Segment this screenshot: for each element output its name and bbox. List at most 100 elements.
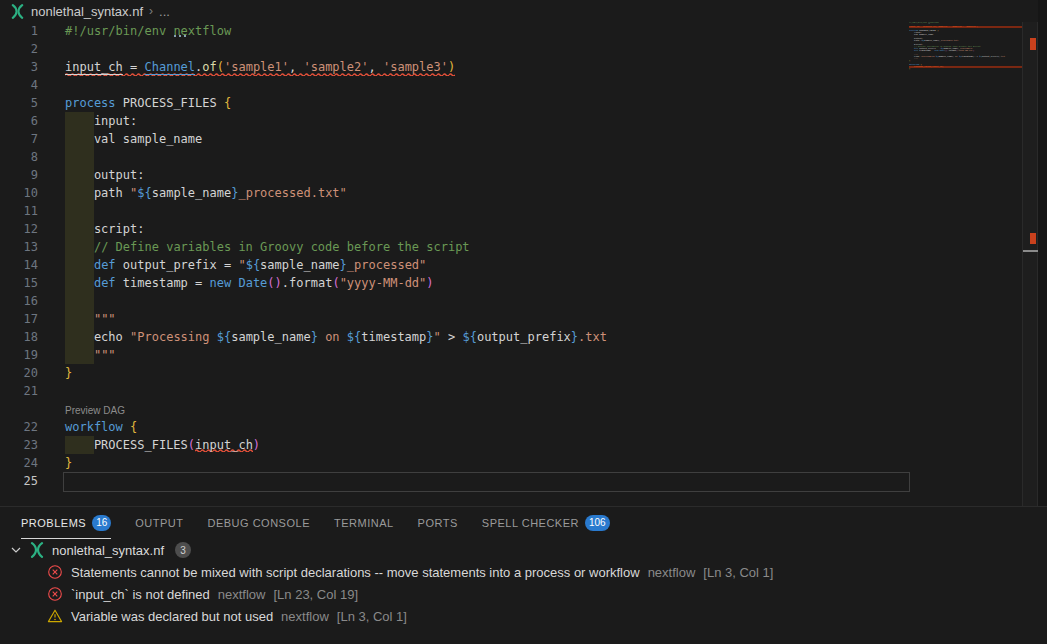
nextflow-file-icon xyxy=(29,542,45,558)
chevron-down-icon[interactable] xyxy=(8,542,24,558)
breadcrumb-file[interactable]: nonlethal_syntax.nf xyxy=(31,4,143,19)
line-content[interactable]: #!/usr/bin/env nextflow xyxy=(65,22,231,40)
line-content[interactable]: PROCESS_FILES(input_ch) xyxy=(65,436,260,454)
line-content[interactable]: """ xyxy=(65,346,116,364)
line-content[interactable]: script: xyxy=(65,220,144,238)
code-line[interactable]: 23 PROCESS_FILES(input_ch) xyxy=(0,436,910,454)
line-number[interactable]: 22 xyxy=(0,418,38,436)
line-number[interactable]: 10 xyxy=(0,184,38,202)
minimap[interactable]: #!/usr/bin/env nextflowinput_ch = Channe… xyxy=(909,22,1022,142)
code-editor[interactable]: 1 #!/usr/bin/env nextflow 23 input_ch = Cha… xyxy=(0,22,910,490)
line-content[interactable]: path "${sample_name}_processed.txt" xyxy=(65,184,347,202)
line-number[interactable]: 11 xyxy=(0,202,38,220)
problem-location: [Ln 3, Col 1] xyxy=(703,565,773,580)
line-content[interactable]: // Define variables in Groovy code befor… xyxy=(65,238,470,256)
panel-tab-spell-checker[interactable]: SPELL CHECKER106 xyxy=(482,507,610,539)
line-number[interactable]: 18 xyxy=(0,328,38,346)
code-line[interactable]: 11 xyxy=(0,202,910,220)
overview-ruler[interactable] xyxy=(1022,22,1038,506)
line-number[interactable]: 19 xyxy=(0,346,38,364)
line-content[interactable]: process PROCESS_FILES { xyxy=(65,94,231,112)
bottom-panel: PROBLEMS16 OUTPUT DEBUG CONSOLE TERMINAL POR… xyxy=(0,506,1047,644)
panel-tab-output[interactable]: OUTPUT xyxy=(135,507,183,539)
code-line[interactable]: 2 xyxy=(0,40,910,58)
code-line[interactable]: 17 """ xyxy=(0,310,910,328)
line-number[interactable]: 17 xyxy=(0,310,38,328)
problem-message: `input_ch` is not defined xyxy=(71,587,210,602)
panel-tab-debug-console[interactable]: DEBUG CONSOLE xyxy=(208,507,310,539)
line-number[interactable]: 21 xyxy=(0,382,38,400)
line-number[interactable]: 4 xyxy=(0,76,38,94)
line-content[interactable]: workflow { xyxy=(65,418,137,436)
line-number[interactable]: 5 xyxy=(0,94,38,112)
problem-source: nextflow xyxy=(648,565,696,580)
line-content[interactable]: input: xyxy=(65,112,137,130)
line-number[interactable]: 2 xyxy=(0,40,38,58)
tab-badge: 106 xyxy=(585,515,610,531)
error-marker[interactable] xyxy=(1030,233,1036,244)
code-line[interactable]: 7 val sample_name xyxy=(0,130,910,148)
line-number[interactable]: 13 xyxy=(0,238,38,256)
line-number[interactable]: 23 xyxy=(0,436,38,454)
line-number[interactable]: 14 xyxy=(0,256,38,274)
line-number[interactable]: 24 xyxy=(0,454,38,472)
line-content[interactable]: } xyxy=(65,364,72,382)
line-content[interactable]: """ xyxy=(65,310,116,328)
panel-tab-problems[interactable]: PROBLEMS16 xyxy=(21,507,111,539)
code-line[interactable]: 9 output: xyxy=(0,166,910,184)
code-line[interactable]: 19 """ xyxy=(0,346,910,364)
code-line[interactable]: 18 echo "Processing ${sample_name} on ${… xyxy=(0,328,910,346)
code-line[interactable]: 1 #!/usr/bin/env nextflow xyxy=(0,22,910,40)
line-number[interactable]: 25 xyxy=(0,472,38,490)
problems-file-row[interactable]: nonlethal_syntax.nf 3 xyxy=(0,539,1047,561)
panel-tabs: PROBLEMS16 OUTPUT DEBUG CONSOLE TERMINAL POR… xyxy=(0,507,1047,539)
line-content[interactable]: echo "Processing ${sample_name} on ${tim… xyxy=(65,328,607,346)
editor-area: nonlethal_syntax.nf › ... 1#!/usr/bin/en… xyxy=(0,0,1038,506)
line-content[interactable]: def output_prefix = "${sample_name}_proc… xyxy=(65,256,426,274)
line-content[interactable]: val sample_name xyxy=(65,130,202,148)
code-line[interactable]: 21 xyxy=(0,382,910,400)
problem-row[interactable]: Statements cannot be mixed with script d… xyxy=(0,561,1047,583)
code-line[interactable]: 8 xyxy=(0,148,910,166)
code-line[interactable]: 4 xyxy=(0,76,910,94)
tab-label: DEBUG CONSOLE xyxy=(208,517,310,529)
code-line[interactable]: 14 def output_prefix = "${sample_name}_p… xyxy=(0,256,910,274)
breadcrumb-more[interactable]: ... xyxy=(159,4,170,19)
codelens-preview-dag[interactable]: Preview DAG xyxy=(0,400,910,418)
code-line[interactable]: 5 process PROCESS_FILES { xyxy=(0,94,910,112)
line-number[interactable]: 16 xyxy=(0,292,38,310)
line-content[interactable]: input_ch = Channel.of('sample1', 'sample… xyxy=(65,58,455,76)
line-number[interactable]: 7 xyxy=(0,130,38,148)
problem-source: nextflow xyxy=(281,609,329,624)
code-line[interactable]: 20} xyxy=(0,364,910,382)
problem-row[interactable]: `input_ch` is not definednextflow[Ln 23,… xyxy=(0,583,1047,605)
cursor-marker xyxy=(1023,250,1039,252)
line-number[interactable]: 8 xyxy=(0,148,38,166)
code-line[interactable]: 16 xyxy=(0,292,910,310)
panel-tab-ports[interactable]: PORTS xyxy=(418,507,458,539)
line-content[interactable]: } xyxy=(65,454,72,472)
code-line[interactable]: 24} xyxy=(0,454,910,472)
line-content[interactable]: output: xyxy=(65,166,144,184)
line-number[interactable]: 20 xyxy=(0,364,38,382)
code-line[interactable]: 25 xyxy=(0,472,910,490)
code-line[interactable]: 3 input_ch = Channel.of('sample1', 'sampl… xyxy=(0,58,910,76)
line-content[interactable]: def timestamp = new Date().format("yyyy-… xyxy=(65,274,434,292)
code-line[interactable]: 10 path "${sample_name}_processed.txt" xyxy=(0,184,910,202)
code-line[interactable]: 15 def timestamp = new Date().format("yy… xyxy=(0,274,910,292)
problem-row[interactable]: Variable was declared but not usednextfl… xyxy=(0,605,1047,627)
panel-tab-terminal[interactable]: TERMINAL xyxy=(334,507,394,539)
problems-file-count: 3 xyxy=(175,542,191,558)
line-number[interactable]: 12 xyxy=(0,220,38,238)
code-line[interactable]: 12 script: xyxy=(0,220,910,238)
code-line[interactable]: 22 workflow { xyxy=(0,418,910,436)
error-marker[interactable] xyxy=(1030,38,1036,50)
code-line[interactable]: 13 // Define variables in Groovy code be… xyxy=(0,238,910,256)
line-number[interactable]: 15 xyxy=(0,274,38,292)
line-number[interactable]: 1 xyxy=(0,22,38,40)
code-line[interactable]: 6 input: xyxy=(0,112,910,130)
line-number[interactable]: 9 xyxy=(0,166,38,184)
line-number[interactable]: 3 xyxy=(0,58,38,76)
tab-badge: 16 xyxy=(92,515,111,531)
line-number[interactable]: 6 xyxy=(0,112,38,130)
